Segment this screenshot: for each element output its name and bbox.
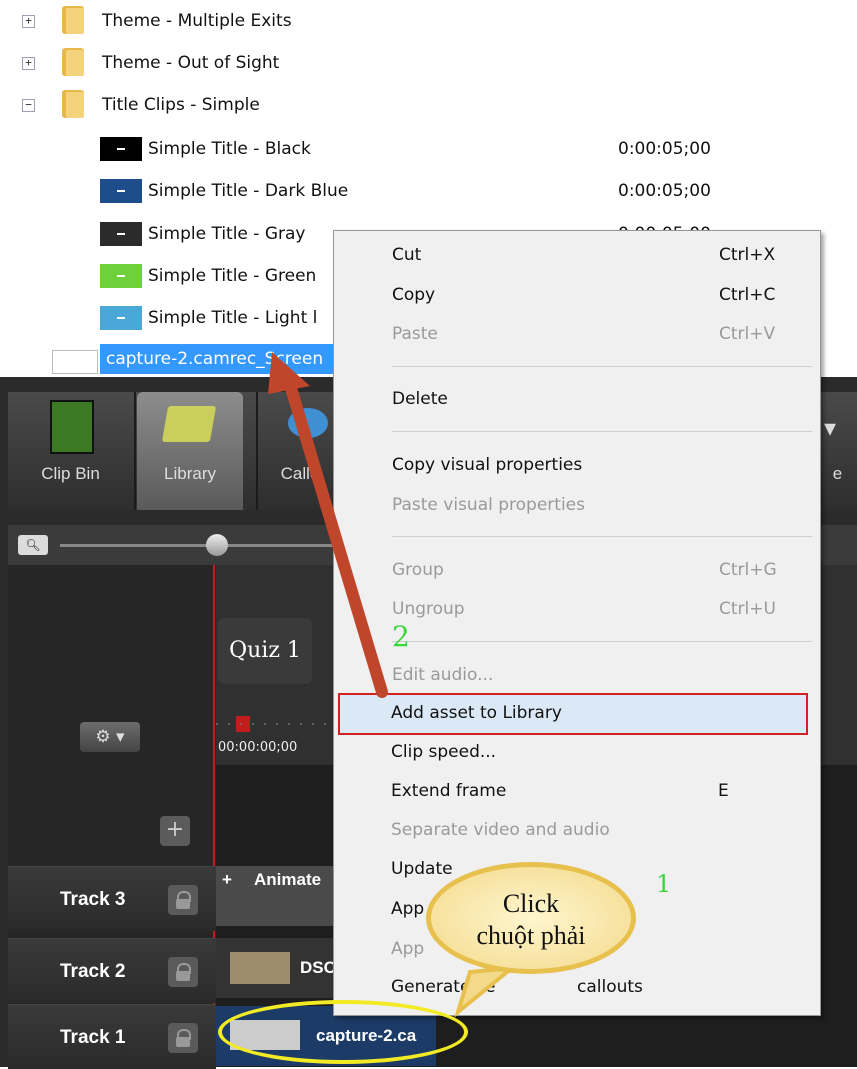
bubble-text: Click xyxy=(502,889,560,918)
bubble-text: chuột phải xyxy=(476,921,586,950)
callout-bubble: Click chuột phải xyxy=(426,862,636,974)
